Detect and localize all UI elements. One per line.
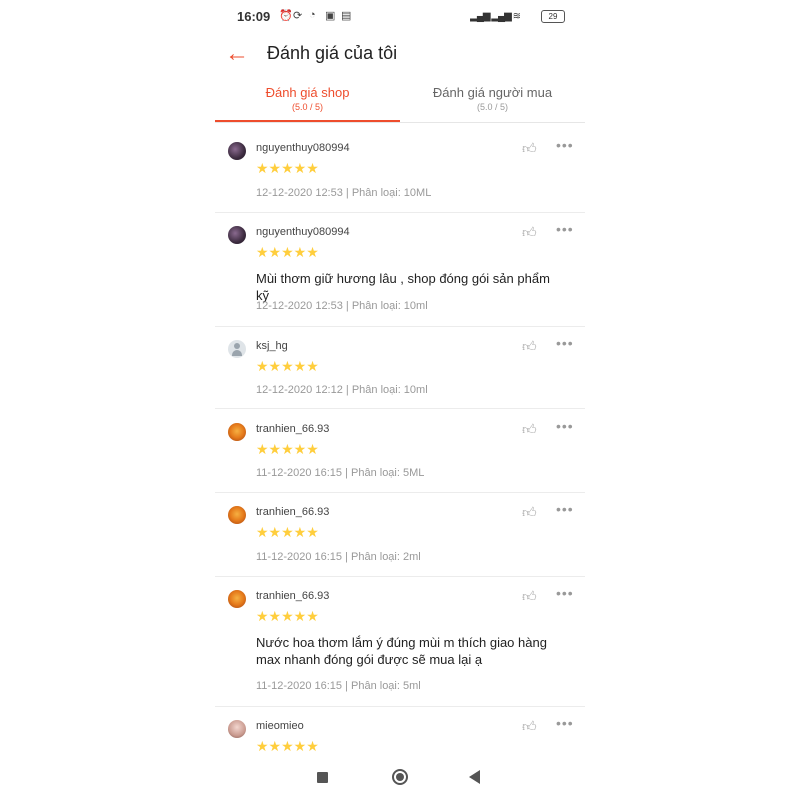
- shop-bag-icon: ▤: [341, 10, 352, 22]
- app-header: ← Đánh giá của tôi: [215, 38, 585, 70]
- battery-indicator: 29: [541, 10, 565, 23]
- avatar: [228, 423, 246, 441]
- review-meta: 12-12-2020 12:53 | Phân loại: 10ML: [256, 187, 432, 199]
- recent-apps-icon[interactable]: [317, 772, 328, 783]
- review-item: tranhien_66.93 ★★★★★ Nước hoa thơm lắm ý…: [215, 576, 585, 707]
- review-meta: 12-12-2020 12:53 | Phân loại: 10ml: [256, 300, 428, 312]
- review-meta: 11-12-2020 16:15 | Phân loại: 2ml: [256, 551, 421, 563]
- review-tabs: Đánh giá shop (5.0 / 5) Đánh giá người m…: [215, 84, 585, 123]
- avatar: [228, 720, 246, 738]
- more-dots-icon[interactable]: •••: [556, 221, 574, 237]
- thumbs-up-icon[interactable]: 👍︎: [522, 140, 537, 157]
- more-dots-icon[interactable]: •••: [556, 585, 574, 601]
- review-item: tranhien_66.93 ★★★★★ 11-12-2020 16:15 | …: [215, 492, 585, 577]
- tab-score: (5.0 / 5): [476, 102, 508, 112]
- signal-wifi-icon: ▂▄▆ ▂▄▆ ≋: [470, 11, 521, 22]
- review-comment: Nước hoa thơm lắm ý đúng mùi m thích gia…: [256, 635, 547, 667]
- system-nav-bar: [215, 760, 585, 796]
- home-icon[interactable]: [392, 769, 408, 785]
- rating-stars: ★★★★★: [256, 358, 319, 374]
- reviewer-name: tranhien_66.93: [256, 506, 330, 518]
- messenger-icon: ◔: [309, 9, 316, 21]
- tab-shop-reviews[interactable]: Đánh giá shop (5.0 / 5): [215, 84, 400, 122]
- avatar: [228, 590, 246, 608]
- more-dots-icon[interactable]: •••: [556, 137, 574, 153]
- avatar: [228, 340, 246, 358]
- more-dots-icon[interactable]: •••: [556, 335, 574, 351]
- review-meta: 12-12-2020 12:12 | Phân loại: 10ml: [256, 384, 428, 396]
- review-item: mieomieo ★★★★★ 👍︎ •••: [215, 706, 585, 758]
- tab-label: Đánh giá người mua: [432, 85, 553, 100]
- rating-stars: ★★★★★: [256, 244, 319, 260]
- more-dots-icon[interactable]: •••: [556, 418, 574, 434]
- rating-stars: ★★★★★: [256, 738, 319, 754]
- reviewer-name: nguyenthuy080994: [256, 226, 350, 238]
- rating-stars: ★★★★★: [256, 160, 319, 176]
- status-bar: 16:09 ⏰ ⟳ ◔ ▣ ▤ ▂▄▆ ▂▄▆ ≋ 29: [237, 8, 565, 26]
- reviewer-name: nguyenthuy080994: [256, 142, 350, 154]
- thumbs-up-icon[interactable]: 👍︎: [522, 504, 537, 521]
- tab-label: Đánh giá shop: [265, 85, 350, 100]
- review-meta: 11-12-2020 16:15 | Phân loại: 5ML: [256, 467, 425, 479]
- tab-buyer-reviews[interactable]: Đánh giá người mua (5.0 / 5): [400, 84, 585, 122]
- sync-icon: ⟳: [293, 10, 303, 22]
- thumbs-up-icon[interactable]: 👍︎: [522, 224, 537, 241]
- more-dots-icon[interactable]: •••: [556, 715, 574, 731]
- avatar: [228, 142, 246, 160]
- rating-stars: ★★★★★: [256, 608, 319, 624]
- thumbs-up-icon[interactable]: 👍︎: [522, 718, 537, 735]
- status-time: 16:09: [237, 9, 271, 24]
- review-comment: Mùi thơm giữ hương lâu , shop đóng gói s…: [256, 271, 550, 303]
- review-item: nguyenthuy080994 ★★★★★ Mùi thơm giữ hươn…: [215, 212, 585, 327]
- alarm-icon: ⏰: [279, 10, 293, 22]
- reviewer-name: ksj_hg: [256, 340, 288, 352]
- more-dots-icon[interactable]: •••: [556, 501, 574, 517]
- avatar: [228, 226, 246, 244]
- avatar: [228, 506, 246, 524]
- tab-score: (5.0 / 5): [291, 102, 323, 112]
- reviewer-name: tranhien_66.93: [256, 423, 330, 435]
- review-meta: 11-12-2020 16:15 | Phân loại: 5ml: [256, 680, 421, 692]
- app-notification-icon: ▣: [325, 10, 336, 22]
- nav-back-icon[interactable]: [469, 770, 480, 784]
- rating-stars: ★★★★★: [256, 441, 319, 457]
- thumbs-up-icon[interactable]: 👍︎: [522, 421, 537, 438]
- arrow-left-icon[interactable]: ←: [225, 40, 249, 68]
- reviewer-name: mieomieo: [256, 720, 304, 732]
- review-item: ksj_hg ★★★★★ 12-12-2020 12:12 | Phân loạ…: [215, 326, 585, 409]
- thumbs-up-icon[interactable]: 👍︎: [522, 338, 537, 355]
- rating-stars: ★★★★★: [256, 524, 319, 540]
- review-item: nguyenthuy080994 ★★★★★ 12-12-2020 12:53 …: [215, 128, 585, 213]
- review-item: tranhien_66.93 ★★★★★ 11-12-2020 16:15 | …: [215, 409, 585, 493]
- page-title: Đánh giá của tôi: [267, 43, 398, 63]
- reviewer-name: tranhien_66.93: [256, 590, 330, 602]
- phone-screen: 16:09 ⏰ ⟳ ◔ ▣ ▤ ▂▄▆ ▂▄▆ ≋ 29 ← Đánh giá …: [215, 0, 585, 800]
- thumbs-up-icon[interactable]: 👍︎: [522, 588, 537, 605]
